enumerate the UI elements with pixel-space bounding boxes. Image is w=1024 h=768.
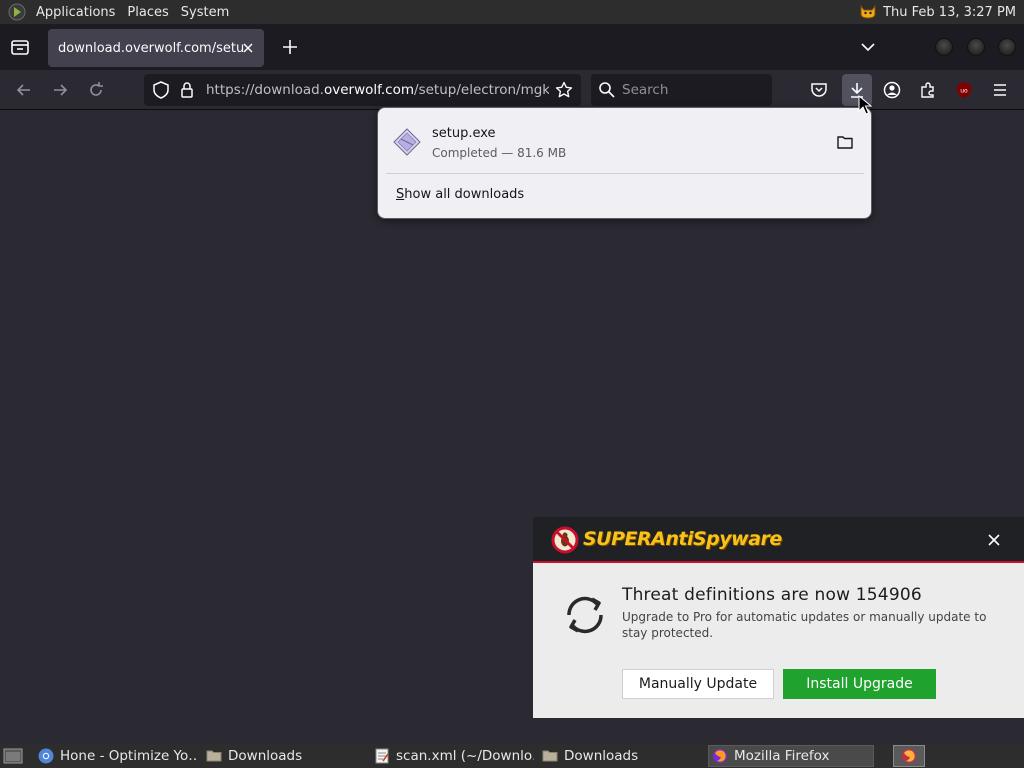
folder-icon[interactable] (836, 133, 854, 151)
search-placeholder: Search (622, 82, 669, 98)
download-item[interactable]: setup.exe Completed — 81.6 MB (386, 116, 864, 170)
taskbar-item-label: scan.xml (~/Downlo… (396, 748, 534, 764)
tracking-protection-shield-icon[interactable] (151, 80, 171, 100)
notification-message: Upgrade to Pro for automatic updates or … (622, 610, 987, 640)
show-desktop-icon[interactable] (3, 747, 23, 765)
mouse-cursor-icon (858, 95, 872, 115)
url-prefix: https://download. (206, 82, 324, 98)
firefox-icon (713, 749, 727, 763)
taskbar-item-label: Mozilla Firefox (734, 748, 830, 764)
download-status: Completed — 81.6 MB (432, 146, 567, 160)
taskbar-item-label: Downloads (228, 748, 303, 764)
chevron-down-icon[interactable] (858, 37, 878, 57)
applications-menu[interactable]: Applications (30, 0, 121, 24)
superantispyware-notification: SUPERAntiSpyware Threat definitions are … (533, 517, 1024, 718)
svg-text:uo: uo (960, 88, 968, 95)
close-window-button[interactable] (998, 38, 1016, 56)
search-icon (599, 82, 615, 98)
taskbar-item-text-editor[interactable]: scan.xml (~/Downlo… (374, 745, 534, 767)
workspace-switcher[interactable] (893, 745, 925, 767)
downloads-panel: setup.exe Completed — 81.6 MB Show all d… (377, 107, 872, 219)
lock-icon[interactable] (177, 80, 197, 100)
download-filename: setup.exe (432, 126, 496, 141)
install-upgrade-button[interactable]: Install Upgrade (783, 669, 936, 699)
maximize-window-button[interactable] (967, 38, 985, 56)
top-panel: Applications Places System Thu Feb 13, 3… (0, 0, 1024, 24)
chromium-icon (38, 748, 54, 764)
ublock-origin-icon[interactable]: uo (954, 80, 974, 100)
system-menu[interactable]: System (175, 0, 235, 24)
tab-title: download.overwolf.com/setup/electron/mgk… (58, 40, 244, 56)
taskbar-item-firefox[interactable]: Mozilla Firefox (708, 745, 874, 767)
url-text[interactable]: https://download.overwolf.com/setup/elec… (206, 82, 549, 98)
firefox-view-icon[interactable] (8, 35, 32, 59)
firefox-icon (902, 749, 916, 763)
sync-arrows-icon (567, 596, 603, 634)
divider (386, 173, 864, 174)
bottom-taskbar: Hone - Optimize Yo… Downloads scan.xml (… (0, 744, 1024, 768)
bookmark-star-icon[interactable] (554, 80, 574, 100)
address-bar[interactable]: https://download.overwolf.com/setup/elec… (144, 74, 581, 106)
manually-update-button[interactable]: Manually Update (622, 669, 774, 699)
notification-header: SUPERAntiSpyware (533, 517, 1024, 563)
clock[interactable]: Thu Feb 13, 3:27 PM (883, 5, 1016, 20)
forward-arrow-icon[interactable] (50, 80, 70, 100)
url-host: overwolf.com (323, 82, 415, 98)
gnome-foot-icon[interactable] (8, 3, 26, 21)
search-input[interactable]: Search (591, 74, 772, 106)
text-editor-icon (375, 748, 389, 764)
reload-icon[interactable] (86, 80, 106, 100)
close-tab-icon[interactable] (240, 40, 256, 56)
close-icon[interactable] (987, 533, 1001, 547)
places-menu[interactable]: Places (121, 0, 174, 24)
no-bug-logo-icon (551, 526, 579, 554)
cat-tray-icon[interactable] (859, 4, 877, 20)
hamburger-menu-icon[interactable] (990, 80, 1010, 100)
notification-title: Threat definitions are now 154906 (622, 585, 922, 605)
account-icon[interactable] (882, 80, 902, 100)
taskbar-item-downloads-folder[interactable]: Downloads (206, 745, 366, 767)
url-path: /setup/electron/mgkaborgjdcfdcadokdhonkm… (414, 82, 549, 98)
folder-icon (542, 750, 558, 762)
folder-icon (206, 750, 222, 762)
exe-file-icon (393, 128, 421, 156)
tab-overwolf-download[interactable]: download.overwolf.com/setup/electron/mgk… (48, 29, 264, 67)
new-tab-icon[interactable] (279, 36, 301, 58)
back-arrow-icon[interactable] (14, 80, 34, 100)
minimize-window-button[interactable] (935, 38, 953, 56)
taskbar-item-chromium[interactable]: Hone - Optimize Yo… (38, 745, 198, 767)
extensions-puzzle-icon[interactable] (918, 80, 938, 100)
taskbar-item-label: Hone - Optimize Yo… (60, 748, 198, 764)
show-all-label: how all downloads (404, 187, 525, 202)
pocket-icon[interactable] (809, 80, 829, 100)
taskbar-item-label: Downloads (564, 748, 639, 764)
brand-name: SUPERAntiSpyware (583, 528, 782, 550)
tab-strip: download.overwolf.com/setup/electron/mgk… (0, 24, 1024, 70)
show-all-downloads-button[interactable]: Show all downloads (396, 187, 524, 202)
taskbar-item-downloads-folder-2[interactable]: Downloads (542, 745, 702, 767)
